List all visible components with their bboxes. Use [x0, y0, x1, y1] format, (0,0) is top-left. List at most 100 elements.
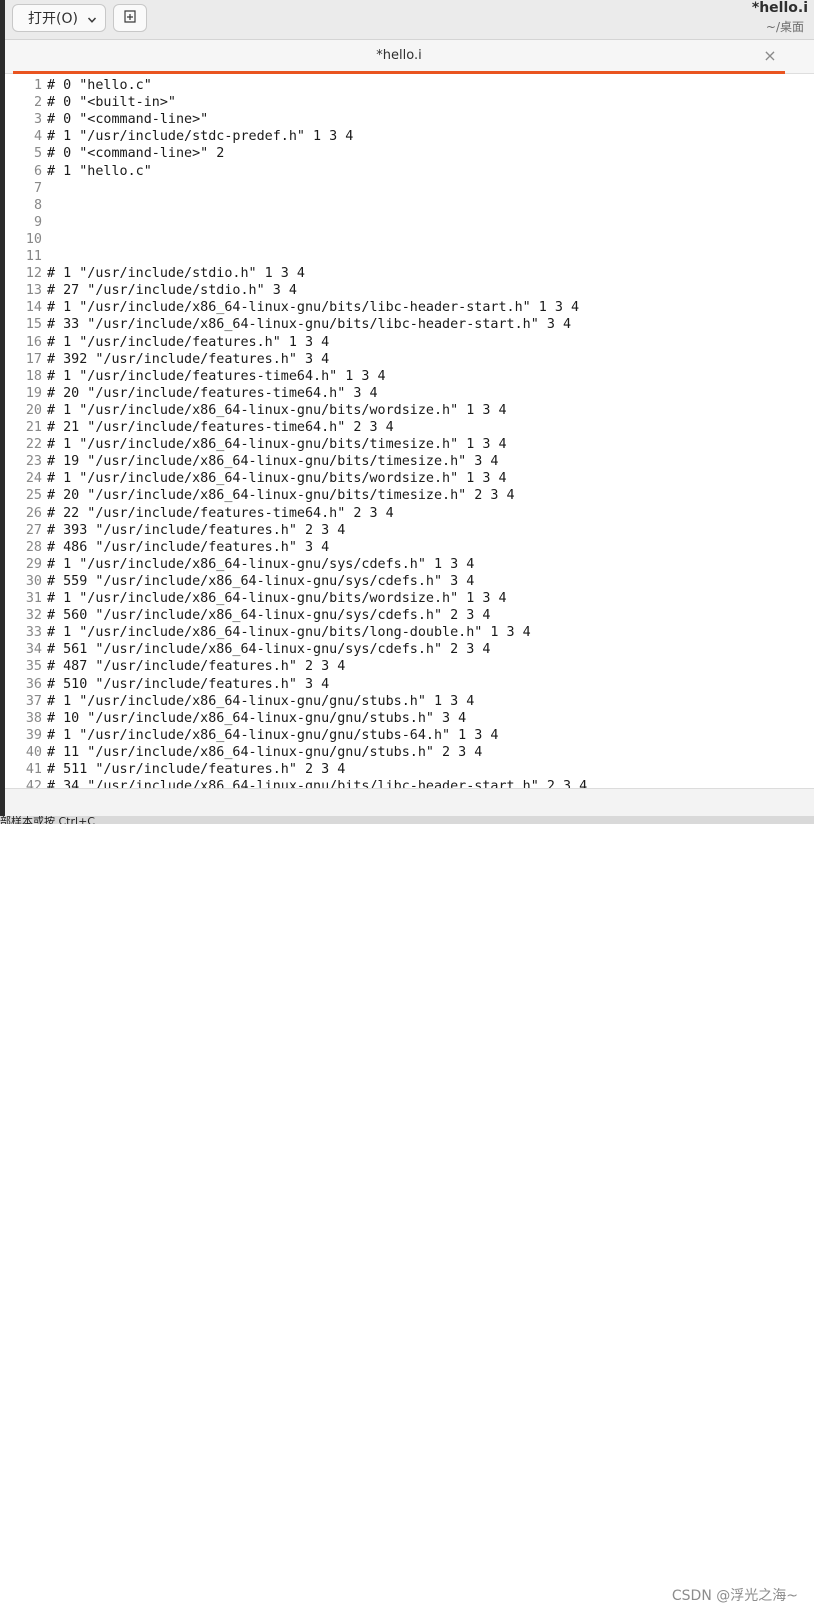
line-text: # 393 "/usr/include/features.h" 2 3 4 — [47, 522, 346, 538]
code-line[interactable]: 4 # 1 "/usr/include/stdc-predef.h" 1 3 4 — [5, 128, 814, 145]
line-text: # 559 "/usr/include/x86_64-linux-gnu/sys… — [47, 573, 475, 589]
code-line[interactable]: 16 # 1 "/usr/include/features.h" 1 3 4 — [5, 334, 814, 351]
line-text: # 1 "/usr/include/x86_64-linux-gnu/bits/… — [47, 471, 507, 487]
line-number: 22 — [25, 437, 42, 453]
code-line[interactable]: 35 # 487 "/usr/include/features.h" 2 3 4 — [5, 658, 814, 675]
code-line[interactable]: 41 # 511 "/usr/include/features.h" 2 3 4 — [5, 761, 814, 778]
line-text: # 27 "/usr/include/stdio.h" 3 4 — [47, 283, 297, 299]
line-number: 3 — [33, 112, 42, 128]
code-line[interactable]: 22 # 1 "/usr/include/x86_64-linux-gnu/bit… — [5, 436, 814, 453]
status-text: 部样本或按 Ctrl+C — [0, 816, 95, 824]
line-number: 14 — [25, 300, 42, 316]
code-line[interactable]: 28 # 486 "/usr/include/features.h" 3 4 — [5, 539, 814, 556]
open-button-label: 打开(O) — [28, 11, 78, 27]
line-text: # 19 "/usr/include/x86_64-linux-gnu/bits… — [47, 454, 499, 470]
line-text: # 0 "hello.c" — [47, 78, 152, 93]
line-text: # 1 "/usr/include/x86_64-linux-gnu/gnu/s… — [47, 693, 475, 709]
line-number: 36 — [25, 676, 42, 692]
line-number: 8 — [33, 197, 42, 213]
line-text: # 392 "/usr/include/features.h" 3 4 — [47, 351, 330, 367]
line-text: # 20 "/usr/include/features-time64.h" 3 … — [47, 385, 378, 401]
code-line[interactable]: 5 # 0 "<command-line>" 2 — [5, 145, 814, 162]
line-text: # 1 "/usr/include/x86_64-linux-gnu/bits/… — [47, 300, 580, 316]
code-line[interactable]: 7 — [5, 180, 814, 197]
line-number: 11 — [25, 249, 42, 264]
line-text: # 0 "<command-line>" 2 — [47, 146, 225, 162]
code-line[interactable]: 21 # 21 "/usr/include/features-time64.h" … — [5, 419, 814, 436]
line-number: 30 — [25, 573, 42, 589]
line-text: # 1 "/usr/include/stdio.h" 1 3 4 — [47, 266, 305, 282]
code-line[interactable]: 17 # 392 "/usr/include/features.h" 3 4 — [5, 351, 814, 368]
code-line[interactable]: 18 # 1 "/usr/include/features-time64.h" 1… — [5, 368, 814, 385]
line-number: 32 — [25, 608, 42, 624]
line-number: 4 — [33, 129, 42, 145]
open-button[interactable]: 打开(O) — [12, 4, 106, 32]
code-line[interactable]: 37 # 1 "/usr/include/x86_64-linux-gnu/gnu… — [5, 693, 814, 710]
line-number: 35 — [25, 659, 42, 675]
line-text: # 11 "/usr/include/x86_64-linux-gnu/gnu/… — [47, 744, 483, 760]
code-line[interactable]: 31 # 1 "/usr/include/x86_64-linux-gnu/bit… — [5, 590, 814, 607]
line-number: 16 — [25, 334, 42, 350]
code-line[interactable]: 6 # 1 "hello.c" — [5, 163, 814, 180]
line-number: 21 — [25, 420, 42, 435]
code-line[interactable]: 29 # 1 "/usr/include/x86_64-linux-gnu/sys… — [5, 556, 814, 573]
code-line[interactable]: 42 # 34 "/usr/include/x86_64-linux-gnu/bi… — [5, 778, 814, 788]
line-text: # 0 "<built-in>" — [47, 95, 176, 111]
code-line[interactable]: 33 # 1 "/usr/include/x86_64-linux-gnu/bit… — [5, 624, 814, 641]
code-line[interactable]: 40 # 11 "/usr/include/x86_64-linux-gnu/gn… — [5, 744, 814, 761]
line-text: # 510 "/usr/include/features.h" 3 4 — [47, 676, 330, 692]
tab-label: *hello.i — [376, 48, 422, 63]
code-line[interactable]: 25 # 20 "/usr/include/x86_64-linux-gnu/bi… — [5, 487, 814, 504]
code-line[interactable]: 9 — [5, 214, 814, 231]
line-text: # 21 "/usr/include/features-time64.h" 2 … — [47, 420, 394, 435]
code-line[interactable]: 30 # 559 "/usr/include/x86_64-linux-gnu/s… — [5, 573, 814, 590]
line-number: 42 — [25, 779, 42, 788]
chevron-down-icon — [87, 13, 97, 29]
window-title: *hello.i — [751, 0, 808, 16]
code-line[interactable]: 24 # 1 "/usr/include/x86_64-linux-gnu/bit… — [5, 470, 814, 487]
line-text: # 1 "/usr/include/x86_64-linux-gnu/bits/… — [47, 402, 507, 418]
code-line[interactable]: 11 — [5, 248, 814, 265]
code-line[interactable]: 19 # 20 "/usr/include/features-time64.h" … — [5, 385, 814, 402]
line-number: 40 — [25, 744, 42, 760]
watermark: CSDN @浮光之海~ — [671, 1588, 798, 1604]
new-tab-button[interactable] — [113, 4, 147, 32]
line-number: 26 — [25, 505, 42, 521]
line-text: # 1 "/usr/include/x86_64-linux-gnu/sys/c… — [47, 556, 475, 572]
tab-bar: *hello.i × — [5, 40, 814, 74]
text-editor[interactable]: 1 # 0 "hello.c" 2 # 0 "<built-in>" 3 # 0 "<co… — [5, 74, 814, 788]
line-text: # 1 "/usr/include/x86_64-linux-gnu/gnu/s… — [47, 727, 499, 743]
code-line[interactable]: 38 # 10 "/usr/include/x86_64-linux-gnu/gn… — [5, 710, 814, 727]
code-line[interactable]: 32 # 560 "/usr/include/x86_64-linux-gnu/s… — [5, 607, 814, 624]
code-line[interactable]: 26 # 22 "/usr/include/features-time64.h" … — [5, 505, 814, 522]
code-line[interactable]: 12 # 1 "/usr/include/stdio.h" 1 3 4 — [5, 265, 814, 282]
code-line[interactable]: 20 # 1 "/usr/include/x86_64-linux-gnu/bit… — [5, 402, 814, 419]
code-line[interactable]: 15 # 33 "/usr/include/x86_64-linux-gnu/bi… — [5, 316, 814, 333]
line-number: 33 — [25, 625, 42, 641]
code-line[interactable]: 27 # 393 "/usr/include/features.h" 2 3 4 — [5, 522, 814, 539]
editor-bottom-area: CSDN @浮光之海~ — [5, 788, 814, 1604]
code-line[interactable]: 1 # 0 "hello.c" — [5, 77, 814, 94]
code-line[interactable]: 2 # 0 "<built-in>" — [5, 94, 814, 111]
line-number: 24 — [25, 471, 42, 487]
code-line[interactable]: 10 — [5, 231, 814, 248]
code-line[interactable]: 8 — [5, 197, 814, 214]
line-text: # 22 "/usr/include/features-time64.h" 2 … — [47, 505, 394, 521]
line-text: # 1 "hello.c" — [47, 163, 152, 179]
code-line[interactable]: 14 # 1 "/usr/include/x86_64-linux-gnu/bit… — [5, 299, 814, 316]
code-line[interactable]: 3 # 0 "<command-line>" — [5, 111, 814, 128]
line-number: 17 — [25, 351, 42, 367]
code-line[interactable]: 34 # 561 "/usr/include/x86_64-linux-gnu/s… — [5, 641, 814, 658]
line-text: # 1 "/usr/include/features.h" 1 3 4 — [47, 334, 330, 350]
code-line[interactable]: 39 # 1 "/usr/include/x86_64-linux-gnu/gnu… — [5, 727, 814, 744]
window-subtitle: ~/桌面 — [765, 20, 804, 34]
tab-hello-i[interactable]: *hello.i × — [13, 40, 785, 74]
line-text: # 487 "/usr/include/features.h" 2 3 4 — [47, 659, 346, 675]
code-line[interactable]: 13 # 27 "/usr/include/stdio.h" 3 4 — [5, 282, 814, 299]
code-line[interactable]: 23 # 19 "/usr/include/x86_64-linux-gnu/bi… — [5, 453, 814, 470]
line-number: 6 — [33, 163, 42, 179]
close-icon[interactable]: × — [763, 48, 777, 64]
line-number: 25 — [25, 488, 42, 504]
line-number: 39 — [25, 727, 42, 743]
code-line[interactable]: 36 # 510 "/usr/include/features.h" 3 4 — [5, 676, 814, 693]
